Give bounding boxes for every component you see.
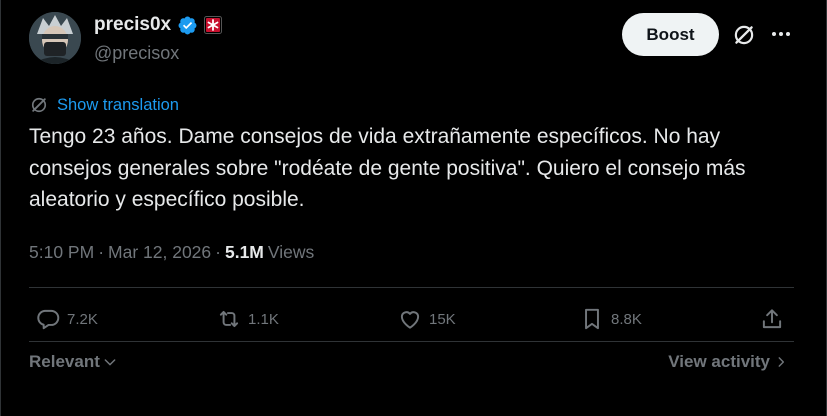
grok-icon[interactable] — [731, 22, 757, 48]
sort-label: Relevant — [29, 352, 100, 371]
author-name-row: precis0x — [94, 14, 223, 36]
avatar-image — [29, 12, 81, 64]
bookmark-icon — [585, 308, 599, 330]
share-icon — [762, 309, 782, 329]
meta-separator: · — [98, 242, 105, 262]
more-options-icon[interactable] — [769, 22, 793, 46]
author-handle[interactable]: @precisox — [94, 43, 179, 64]
divider — [29, 287, 794, 288]
author-display-name[interactable]: precis0x — [94, 14, 171, 36]
reply-button[interactable]: 7.2K — [35, 306, 98, 332]
tweet-meta: 5:10 PM · Mar 12, 2026 · 5.1M Views — [29, 242, 314, 263]
heart-icon — [400, 311, 420, 329]
view-activity-label: View activity — [668, 352, 770, 371]
view-activity-link[interactable]: View activity — [668, 352, 788, 372]
meta-separator: · — [215, 242, 221, 262]
repost-button[interactable]: 1.1K — [216, 306, 279, 332]
divider — [29, 341, 794, 342]
share-button[interactable] — [759, 306, 785, 332]
chevron-right-icon — [778, 357, 785, 367]
show-translation-link[interactable]: Show translation — [57, 96, 179, 115]
tweet-time[interactable]: 5:10 PM — [29, 242, 94, 263]
bookmark-button[interactable]: 8.8K — [579, 306, 642, 332]
views-count[interactable]: 5.1M — [225, 242, 264, 263]
repost-icon — [219, 310, 239, 328]
verified-badge-icon[interactable] — [177, 15, 198, 36]
bookmark-count: 8.8K — [611, 310, 642, 328]
repost-count: 1.1K — [248, 310, 279, 328]
views-label: Views — [267, 242, 315, 262]
affiliate-badge-icon[interactable] — [204, 16, 223, 34]
chevron-down-icon — [104, 359, 116, 366]
reply-count: 7.2K — [67, 310, 98, 328]
tweet-text: Tengo 23 años. Dame consejos de vida ext… — [29, 125, 746, 211]
avatar[interactable] — [29, 12, 81, 64]
reply-icon — [37, 309, 60, 330]
like-button[interactable]: 15K — [397, 306, 456, 332]
boost-button[interactable]: Boost — [622, 13, 719, 56]
sort-replies-dropdown[interactable]: Relevant — [29, 352, 118, 372]
grok-translate-icon — [31, 97, 47, 113]
like-count: 15K — [429, 310, 456, 328]
tweet-date[interactable]: Mar 12, 2026 — [108, 242, 211, 263]
translation-row[interactable]: Show translation — [29, 95, 179, 115]
tweet-frame: precis0x @precisox Boost Show translatio… — [0, 0, 827, 416]
